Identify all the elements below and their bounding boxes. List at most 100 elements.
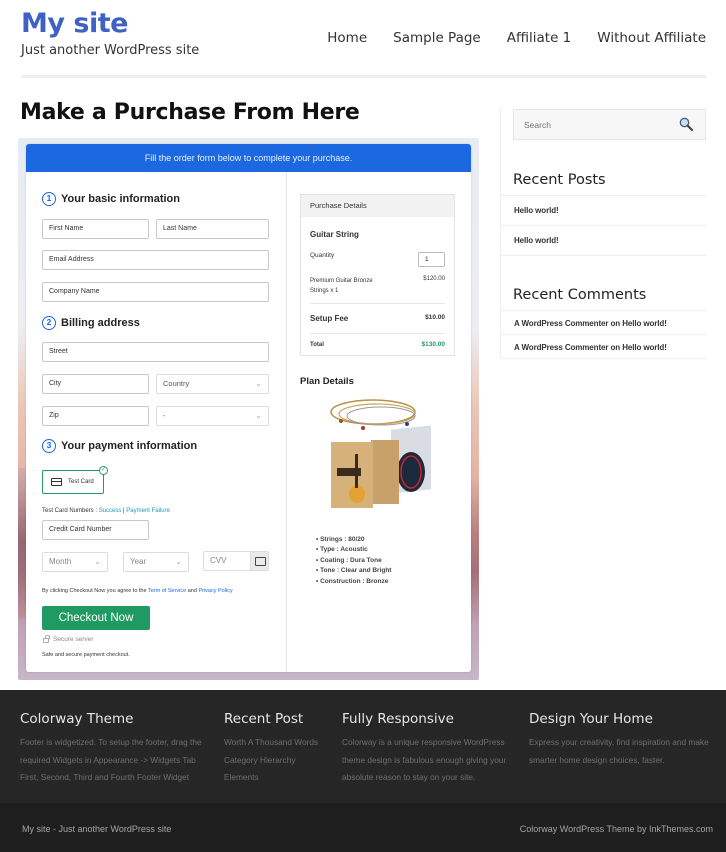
privacy-link[interactable]: Privacy Policy [198, 588, 232, 594]
comment-author-link[interactable]: A WordPress Commenter [514, 319, 608, 328]
test-numbers-label: Test Card Numbers : [42, 508, 99, 514]
payment-method-label: Test Card [68, 479, 94, 485]
divider [501, 334, 706, 335]
nav-sample-page[interactable]: Sample Page [393, 30, 481, 46]
footer-col4-title: Design Your Home [529, 711, 653, 727]
footer-post-link[interactable]: Category Hierarchy [224, 752, 318, 770]
footer-col3-text: Colorway is a unique responsive WordPres… [342, 734, 506, 787]
comment-post-link[interactable]: Hello world! [622, 343, 667, 352]
city-field[interactable]: City [42, 374, 149, 394]
recent-comment: A WordPress Commenter on Hello world! [514, 319, 667, 328]
footer-text-line: Footer is widgetized. To setup the foote… [20, 737, 202, 747]
divider [501, 195, 706, 196]
footer-post-link[interactable]: Worth A Thousand Words [224, 734, 318, 752]
footer-site-link[interactable]: My site - Just another WordPress site [22, 824, 171, 834]
footer-text-line: absolute reason to stay on your site. [342, 772, 476, 782]
divider [501, 358, 706, 359]
credit-card-icon [51, 478, 62, 486]
comment-on-text: on [608, 343, 623, 352]
secure-server-label: Secure server [53, 636, 94, 643]
footer-theme-credit-link[interactable]: Colorway WordPress Theme by InkThemes.co… [520, 824, 713, 834]
footer-post-link[interactable]: Elements [224, 769, 318, 787]
street-field[interactable]: Street [42, 342, 269, 362]
terms-text: By clicking Checkout Now you agree to th… [42, 588, 233, 594]
line-item-price: $120.00 [423, 276, 445, 282]
footer-col3-title: Fully Responsive [342, 711, 454, 727]
last-name-field[interactable]: Last Name [156, 219, 269, 239]
footer-text-line: theme design is fabulous enough giving y… [342, 754, 507, 765]
card-icon [250, 552, 268, 570]
product-name: Guitar String [310, 230, 359, 239]
purchase-details-box: Purchase Details Guitar String Quantity … [300, 194, 455, 356]
first-name-field[interactable]: First Name [42, 219, 149, 239]
nav-affiliate-1[interactable]: Affiliate 1 [507, 30, 572, 46]
test-card-numbers: Test Card Numbers : Success | Payment Fa… [42, 508, 170, 514]
plan-feature: Tone : Clear and Bright [316, 566, 391, 576]
recent-comments-title: Recent Comments [513, 287, 647, 303]
divider [501, 255, 706, 256]
company-field[interactable]: Company Name [42, 282, 269, 302]
comment-post-link[interactable]: Hello world! [622, 319, 667, 328]
guitar-strings-product-image [330, 399, 431, 508]
nav-home[interactable]: Home [327, 30, 367, 46]
state-select-value: - [163, 411, 166, 420]
chevron-down-icon: ⌄ [255, 379, 262, 388]
plan-feature: Construction : Bronze [316, 577, 391, 587]
zip-field[interactable]: Zip [42, 406, 149, 426]
divider [310, 303, 445, 304]
header-divider [21, 75, 706, 78]
site-title[interactable]: My site [21, 8, 128, 39]
page-title: Make a Purchase From Here [20, 100, 360, 125]
order-form-banner: Fill the order form below to complete yo… [26, 144, 471, 172]
year-select[interactable]: Year ⌄ [123, 552, 189, 572]
nav-without-affiliate[interactable]: Without Affiliate [597, 30, 706, 46]
step-2-icon: 2 [42, 316, 56, 330]
test-success-link[interactable]: Success [99, 508, 122, 514]
sidebar-divider [500, 108, 501, 358]
plan-details-title: Plan Details [300, 376, 354, 387]
recent-comment: A WordPress Commenter on Hello world! [514, 343, 667, 352]
quantity-input[interactable]: 1 [418, 252, 445, 267]
comment-author-link[interactable]: A WordPress Commenter [514, 343, 608, 352]
country-select[interactable]: Country ⌄ [156, 374, 269, 394]
footer-text-line: required Widgets in Appearance -> Widget… [20, 754, 196, 765]
email-field[interactable]: Email Address [42, 250, 269, 270]
recent-post-link[interactable]: Hello world! [514, 206, 559, 215]
divider [501, 310, 706, 311]
cvv-placeholder: CVV [210, 556, 227, 565]
section-title-text: Billing address [61, 317, 140, 329]
footer-col1-title: Colorway Theme [20, 711, 134, 727]
divider [310, 333, 445, 334]
footer-text-line: Express your creativity, find inspiratio… [529, 737, 709, 747]
comment-on-text: on [608, 319, 623, 328]
column-divider [286, 172, 287, 672]
payment-method-test-card[interactable]: Test Card ✓ [42, 466, 108, 494]
step-3-icon: 3 [42, 439, 56, 453]
footer-text-line: Colorway is a unique responsive WordPres… [342, 737, 505, 747]
recent-post-link[interactable]: Hello world! [514, 236, 559, 245]
divider [501, 225, 706, 226]
main-nav: Home Sample Page Affiliate 1 Without Aff… [301, 30, 706, 46]
checkout-now-button[interactable]: Checkout Now [42, 606, 150, 630]
month-select[interactable]: Month ⌄ [42, 552, 108, 572]
footer-text-line: smarter home design choices, faster. [529, 754, 665, 765]
footer-col2-title: Recent Post [224, 711, 304, 727]
purchase-details-header: Purchase Details [301, 195, 454, 217]
lock-icon [43, 635, 50, 643]
search-widget [513, 109, 706, 140]
card-number-field[interactable]: Credit Card Number [42, 520, 149, 540]
terms-link[interactable]: Term of Service [148, 588, 186, 594]
section-payment-title: 3 Your payment information [42, 439, 197, 453]
footer-bottom-bar: My site - Just another WordPress site Co… [0, 803, 726, 852]
test-failure-link[interactable]: Payment Failure [126, 508, 170, 514]
chevron-down-icon: ⌄ [175, 557, 182, 566]
cvv-field[interactable]: CVV [203, 551, 269, 571]
recent-posts-title: Recent Posts [513, 172, 606, 188]
footer-col1-text: Footer is widgetized. To setup the foote… [20, 734, 202, 787]
total-value: $130.00 [421, 341, 446, 348]
state-select[interactable]: - ⌄ [156, 406, 269, 426]
step-1-icon: 1 [42, 192, 56, 206]
line-item-line2: Strings x 1 [310, 288, 339, 294]
search-input[interactable] [514, 110, 674, 139]
search-icon[interactable] [679, 117, 693, 131]
